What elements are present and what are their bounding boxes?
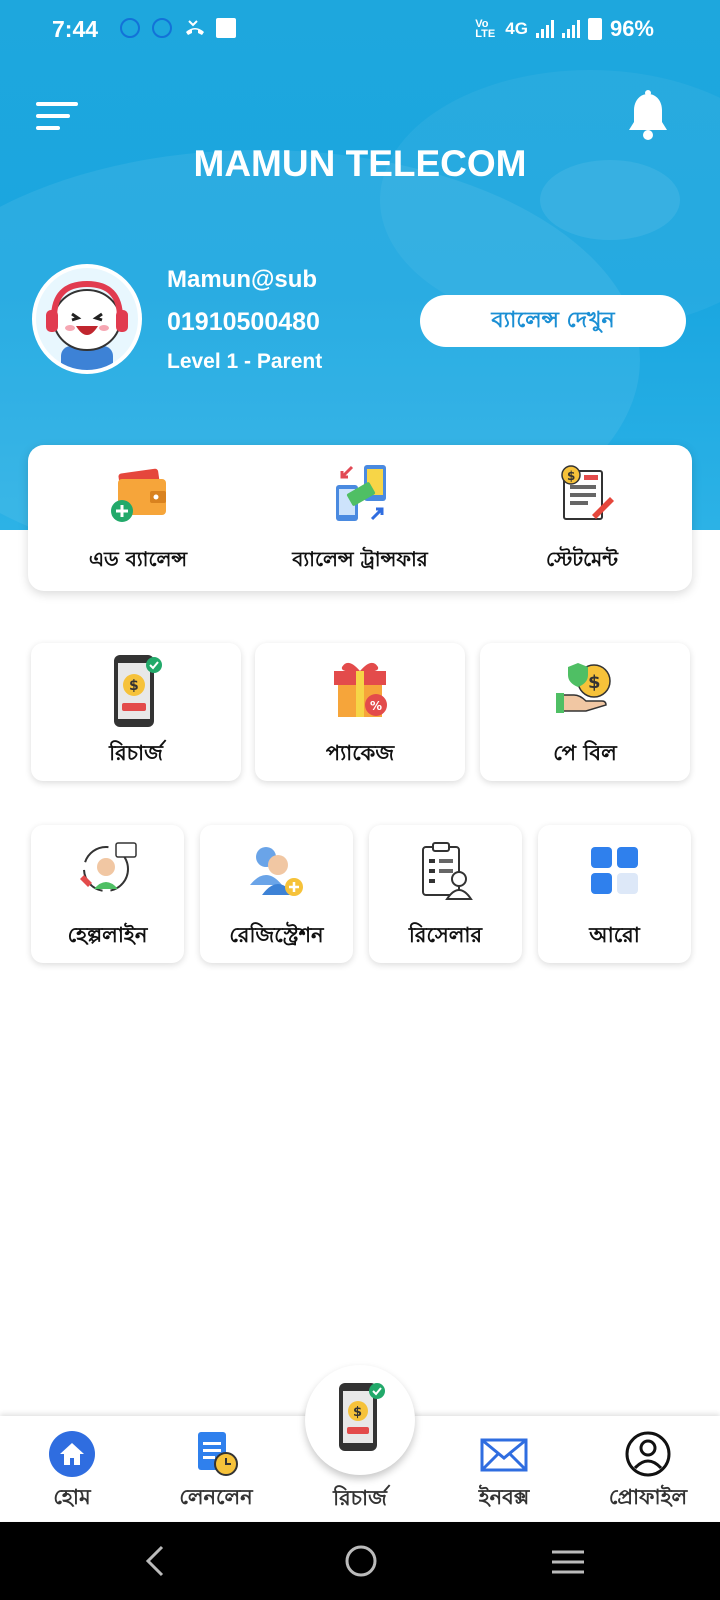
gift-package-icon: % [330,657,390,719]
statement-button[interactable]: $ স্টেটমেন্ট [472,445,692,591]
transfer-icon [332,463,392,523]
status-notification-icons [120,18,236,38]
nav-profile-label: প্রোফাইল [608,1485,688,1509]
recharge-phone-icon: $ [108,653,164,729]
nav-recharge-label: রিচার্জ [333,1486,387,1510]
recharge-card[interactable]: $ রিচার্জ [31,643,241,781]
statement-icon: $ [554,463,614,523]
user-level: Level 1 - Parent [167,350,323,373]
add-balance-label: এড ব্যালেন্স [88,547,188,571]
nav-inbox[interactable]: ইনবক্স [432,1416,576,1521]
registration-label: রেজিস্ট্রেশন [229,923,324,947]
home-icon [48,1430,96,1478]
package-label: প্যাকেজ [325,741,395,765]
statement-label: স্টেটমেন্ট [545,547,619,571]
helpline-icon [78,841,138,901]
more-label: আরো [589,923,640,947]
messenger-icon [152,18,172,38]
battery-level: 96% [609,16,654,41]
signal-icon [535,20,554,38]
reseller-card[interactable]: রিসেলার [369,825,522,963]
status-bar: 7:44 Vo LTE 4G 96% [0,0,720,62]
status-time: 7:44 [52,16,99,42]
balance-transfer-button[interactable]: ব্যালেন্স ট্রান্সফার [250,445,470,591]
user-name: Mamun@sub [167,266,318,293]
helpline-card[interactable]: হেল্পলাইন [31,825,184,963]
svg-text:$: $ [588,672,601,693]
svg-text:%: % [370,699,382,713]
status-right: Vo LTE 4G 96% [475,16,654,42]
pay-bill-card[interactable]: $ পে বিল [480,643,690,781]
registration-card[interactable]: রেজিস্ট্রেশন [200,825,353,963]
nav-home[interactable]: হোম [0,1416,144,1521]
nav-home-label: হোম [53,1485,91,1509]
signal-icon [561,20,580,38]
check-balance-button[interactable]: ব্যালেন্স দেখুন [420,295,686,347]
system-nav-bar [0,1522,720,1600]
recents-icon[interactable] [550,1548,586,1576]
battery-icon [587,18,602,40]
svg-text:$: $ [129,678,139,694]
helpline-label: হেল্পলাইন [67,923,148,947]
volte-icon: Vo LTE [475,18,496,40]
balance-transfer-label: ব্যালেন্স ট্রান্সফার [292,547,428,571]
bell-icon[interactable] [624,90,672,142]
package-card[interactable]: % প্যাকেজ [255,643,465,781]
pay-bill-label: পে বিল [553,741,617,765]
add-balance-button[interactable]: এড ব্যালেন্স [28,445,248,591]
svg-text:$: $ [567,469,575,483]
app-title: MAMUN TELECOM [193,143,527,184]
recharge-fab-button[interactable]: $ [305,1365,415,1475]
reseller-icon [419,841,473,901]
nav-transactions-label: লেনলেন [179,1485,253,1509]
more-card[interactable]: আরো [538,825,691,963]
pay-bill-icon: $ [556,661,614,717]
transactions-icon [192,1430,240,1478]
quick-actions-card: এড ব্যালেন্স ব্যালেন্স ট্রান্সফার $ স্টে… [28,445,692,591]
notification-square-icon [216,18,236,38]
menu-icon[interactable] [36,100,80,132]
avatar[interactable] [32,264,142,374]
missed-call-icon [184,18,204,38]
network-type: 4G [505,19,528,38]
nav-inbox-label: ইনবক্স [478,1485,530,1509]
nav-transactions[interactable]: লেনলেন [144,1416,288,1521]
wallet-add-icon [110,463,170,523]
back-icon[interactable] [140,1544,170,1578]
messenger-icon [120,18,140,38]
recharge-label: রিচার্জ [109,741,163,765]
registration-icon [248,843,306,901]
svg-text:$: $ [353,1405,362,1420]
mail-icon [480,1430,528,1478]
nav-profile[interactable]: প্রোফাইল [576,1416,720,1521]
home-circle-icon[interactable] [344,1544,378,1578]
user-phone: 01910500480 [167,308,320,336]
reseller-label: রিসেলার [408,923,483,947]
more-grid-icon [590,847,639,895]
recharge-fab-icon: $ [335,1379,387,1455]
profile-icon [624,1430,672,1478]
